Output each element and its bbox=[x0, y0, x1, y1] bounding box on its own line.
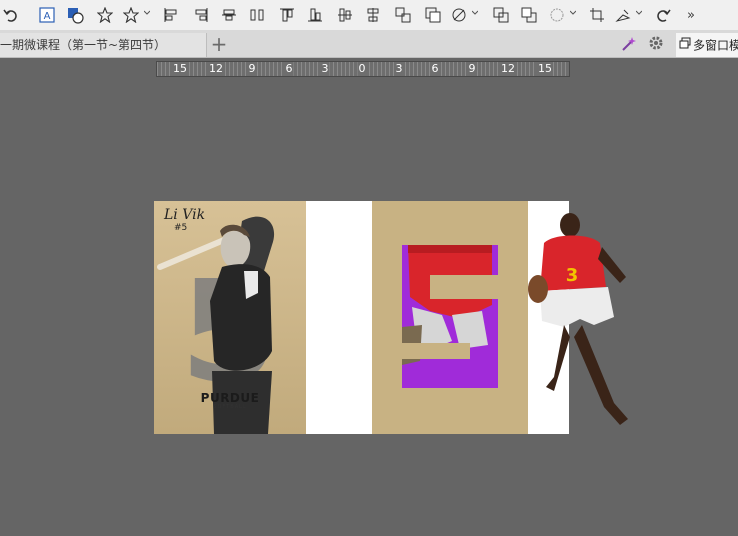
distribute-v-icon[interactable] bbox=[364, 4, 382, 26]
star-outline-icon[interactable] bbox=[122, 4, 140, 26]
align-bottom-icon[interactable] bbox=[306, 4, 324, 26]
align-left-icon[interactable] bbox=[162, 4, 180, 26]
ruler-tick: 12 bbox=[500, 62, 516, 76]
undo-icon[interactable] bbox=[2, 4, 20, 26]
chevron-down-icon[interactable] bbox=[636, 10, 642, 16]
brand-title: PURDUE bbox=[200, 391, 260, 405]
horizontal-ruler[interactable]: 15 12 9 6 3 0 3 6 9 12 15 bbox=[156, 61, 570, 77]
align-middle-icon[interactable] bbox=[336, 4, 354, 26]
add-tab-button[interactable]: + bbox=[208, 33, 230, 55]
window-mode-label: 多窗口模 bbox=[693, 38, 738, 53]
chevron-down-icon[interactable] bbox=[472, 10, 478, 16]
document-tab-bar: 一期微课程（第一节~第四节） + 多窗口模 bbox=[0, 30, 738, 58]
effects-icon[interactable] bbox=[548, 4, 566, 26]
ruler-tick: 0 bbox=[357, 62, 367, 76]
redo-icon[interactable] bbox=[654, 4, 672, 26]
slide-canvas[interactable]: Li Vik #5 5 PURDUE SOFTBALL bbox=[154, 201, 628, 434]
window-mode-tab[interactable]: 多窗口模 bbox=[676, 33, 738, 57]
textbox-icon[interactable]: A bbox=[38, 4, 56, 26]
svg-text:A: A bbox=[44, 11, 51, 22]
ruler-tick: 3 bbox=[320, 62, 330, 76]
five-cutout-bottom bbox=[402, 343, 470, 359]
chevron-down-icon[interactable] bbox=[570, 10, 576, 16]
ruler-tick: 15 bbox=[537, 62, 553, 76]
window-icon bbox=[679, 33, 691, 57]
ruler-tick: 3 bbox=[394, 62, 404, 76]
star-icon[interactable] bbox=[96, 4, 114, 26]
five-cutout-top bbox=[430, 275, 498, 299]
softball-poster[interactable]: Li Vik #5 5 PURDUE SOFTBALL bbox=[154, 201, 306, 434]
toolbar: A » bbox=[0, 0, 738, 31]
bring-forward-icon[interactable] bbox=[492, 4, 510, 26]
ruler-tick: 6 bbox=[430, 62, 440, 76]
ruler-tick: 9 bbox=[467, 62, 477, 76]
gear-icon[interactable] bbox=[648, 35, 668, 53]
send-backward-icon[interactable] bbox=[520, 4, 538, 26]
document-tab-label: 一期微课程（第一节~第四节） bbox=[0, 38, 167, 52]
edit-shape-icon[interactable] bbox=[614, 4, 632, 26]
ruler-tick: 15 bbox=[172, 62, 188, 76]
distribute-h-icon[interactable] bbox=[248, 4, 266, 26]
magic-wand-icon[interactable] bbox=[620, 35, 640, 53]
jersey-number-label: 3 bbox=[566, 265, 579, 286]
football-player-cutout[interactable]: 3 bbox=[524, 207, 654, 433]
ruler-tick: 9 bbox=[247, 62, 257, 76]
purple-number-five bbox=[402, 245, 498, 388]
align-right-icon[interactable] bbox=[192, 4, 210, 26]
ruler-tick: 12 bbox=[208, 62, 224, 76]
group-icon[interactable] bbox=[394, 4, 412, 26]
more-icon[interactable]: » bbox=[684, 4, 698, 26]
brand-subtitle: SOFTBALL bbox=[213, 404, 247, 410]
crop-icon[interactable] bbox=[588, 4, 606, 26]
shape-fill-icon[interactable] bbox=[66, 4, 84, 26]
ruler-tick: 6 bbox=[284, 62, 294, 76]
ungroup-icon[interactable] bbox=[424, 4, 442, 26]
document-tab[interactable]: 一期微课程（第一节~第四节） bbox=[0, 33, 207, 57]
football-player-photo bbox=[402, 245, 492, 365]
merge-shapes-icon[interactable] bbox=[450, 4, 468, 26]
align-center-h-icon[interactable] bbox=[220, 4, 238, 26]
tan-panel[interactable] bbox=[372, 201, 528, 434]
chevron-down-icon[interactable] bbox=[144, 10, 150, 16]
align-top-icon[interactable] bbox=[278, 4, 296, 26]
